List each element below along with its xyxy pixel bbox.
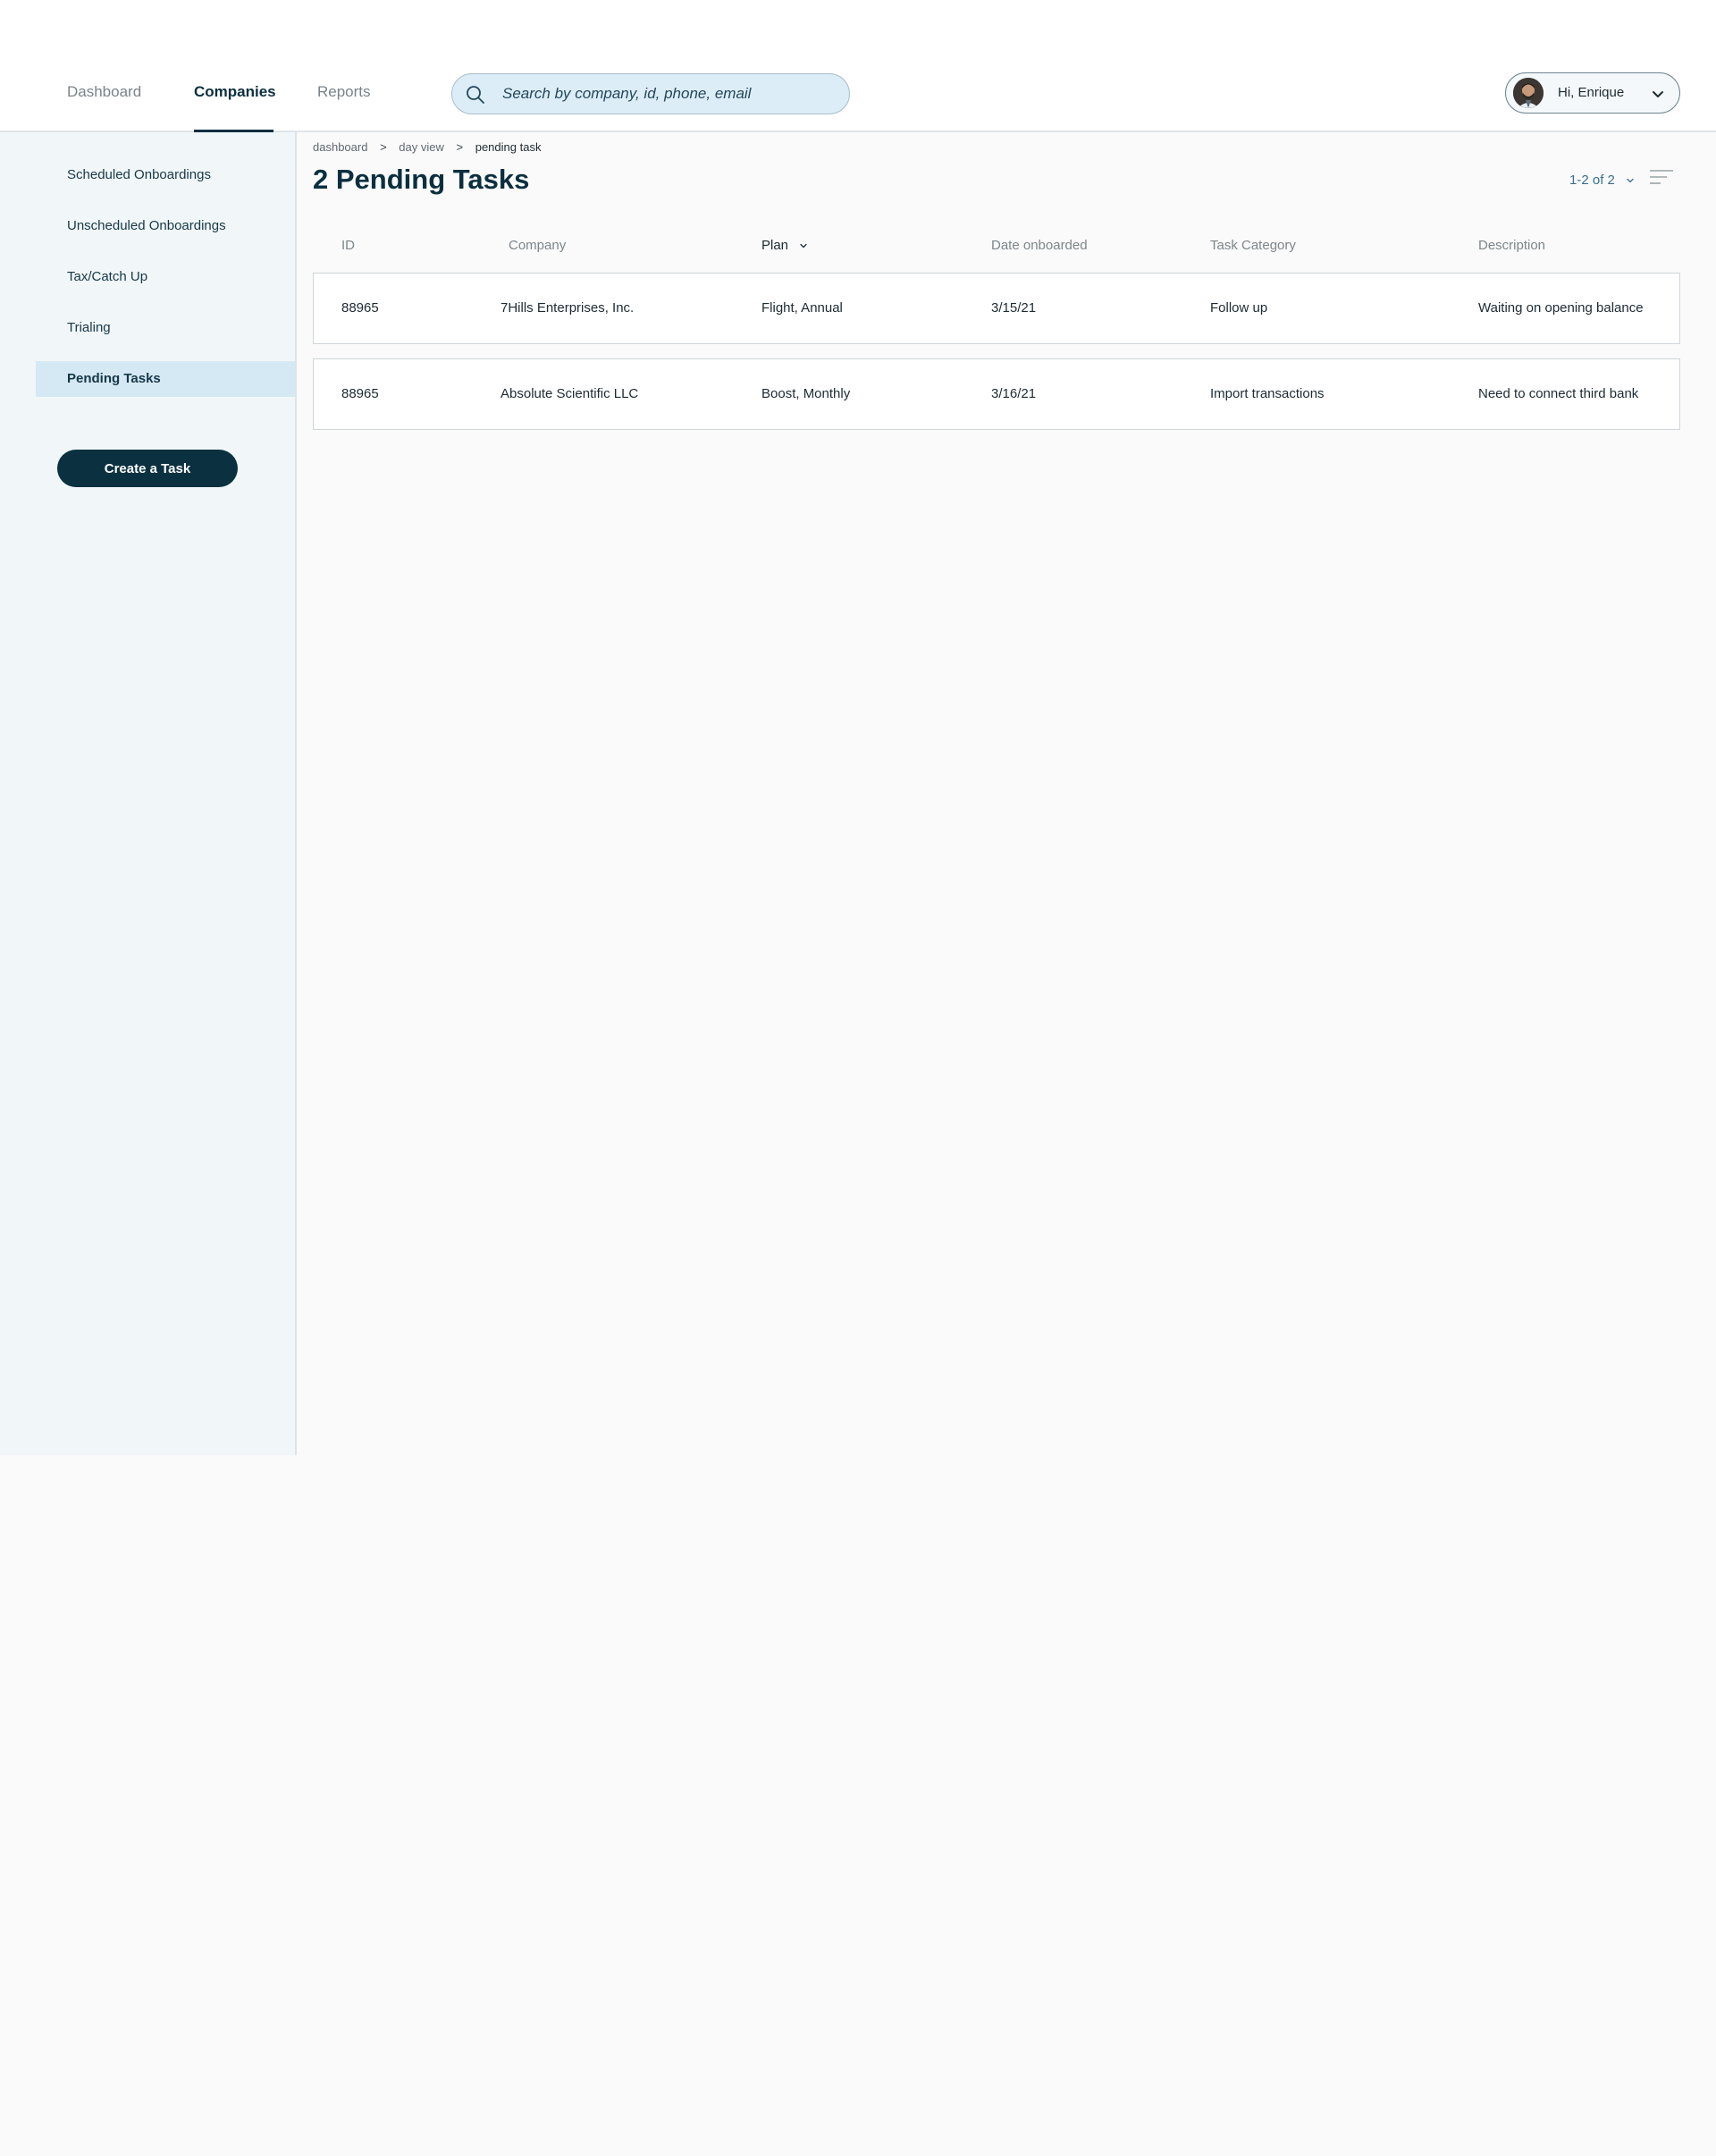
breadcrumb-separator: > [456,140,464,154]
cell-company: 7Hills Enterprises, Inc. [500,300,635,316]
breadcrumb-item-day-view[interactable]: day view [399,140,444,154]
column-header-task-category: Task Category [1210,238,1296,253]
pagination-label: 1-2 of 2 [1569,173,1615,188]
cell-date-onboarded: 3/16/21 [991,386,1037,401]
nav-tab-dashboard[interactable]: Dashboard [67,83,141,101]
breadcrumb: dashboard > day view > pending task [313,140,541,154]
top-navigation-bar: Dashboard Companies Reports Hi, Enrique [0,0,1716,132]
sidebar-item-trialing[interactable]: Trialing [36,310,295,346]
column-header-plan[interactable]: Plan [761,238,808,253]
sidebar-item-pending-tasks[interactable]: Pending Tasks [36,361,295,397]
column-header-id: ID [341,238,355,253]
column-header-date-onboarded: Date onboarded [991,238,1088,253]
sidebar: Scheduled Onboardings Unscheduled Onboar… [0,132,297,1455]
column-header-plan-label: Plan [761,238,789,253]
cell-description: Waiting on opening balance [1478,300,1644,316]
cell-id: 88965 [341,300,379,316]
chevron-down-icon [800,243,807,248]
cell-task-category: Follow up [1210,300,1268,316]
column-header-company: Company [509,238,567,253]
chevron-down-icon [1627,178,1634,183]
filter-lines-icon[interactable] [1649,168,1674,188]
nav-tab-companies[interactable]: Companies [194,83,276,101]
nav-tab-reports[interactable]: Reports [317,83,371,101]
cell-company: Absolute Scientific LLC [500,386,639,401]
cell-id: 88965 [341,386,379,401]
chevron-down-icon [1653,91,1663,97]
cell-plan: Flight, Annual [761,300,843,316]
search-box[interactable] [451,73,850,114]
breadcrumb-item-dashboard[interactable]: dashboard [313,140,367,154]
page-title: 2 Pending Tasks [313,164,530,195]
user-greeting: Hi, Enrique [1558,85,1625,100]
breadcrumb-item-current: pending task [475,140,542,154]
cell-description: Need to connect third bank [1478,386,1639,401]
sidebar-item-tax-catch-up[interactable]: Tax/Catch Up [36,259,295,295]
cell-plan: Boost, Monthly [761,386,851,401]
breadcrumb-separator: > [380,140,387,154]
create-task-button[interactable]: Create a Task [57,450,238,487]
cell-date-onboarded: 3/15/21 [991,300,1037,316]
avatar [1513,78,1544,108]
cell-task-category: Import transactions [1210,386,1325,401]
column-header-description: Description [1478,238,1546,253]
search-icon [467,86,484,104]
table-row[interactable]: 88965 7Hills Enterprises, Inc. Flight, A… [313,273,1680,344]
table-row[interactable]: 88965 Absolute Scientific LLC Boost, Mon… [313,358,1680,430]
sidebar-item-scheduled-onboardings[interactable]: Scheduled Onboardings [36,157,295,193]
search-input[interactable] [500,74,840,113]
sidebar-item-unscheduled-onboardings[interactable]: Unscheduled Onboardings [36,208,295,244]
user-menu-button[interactable]: Hi, Enrique [1505,72,1680,114]
user-avatar-icon [1513,78,1544,108]
pagination-dropdown[interactable]: 1-2 of 2 [1569,173,1635,188]
